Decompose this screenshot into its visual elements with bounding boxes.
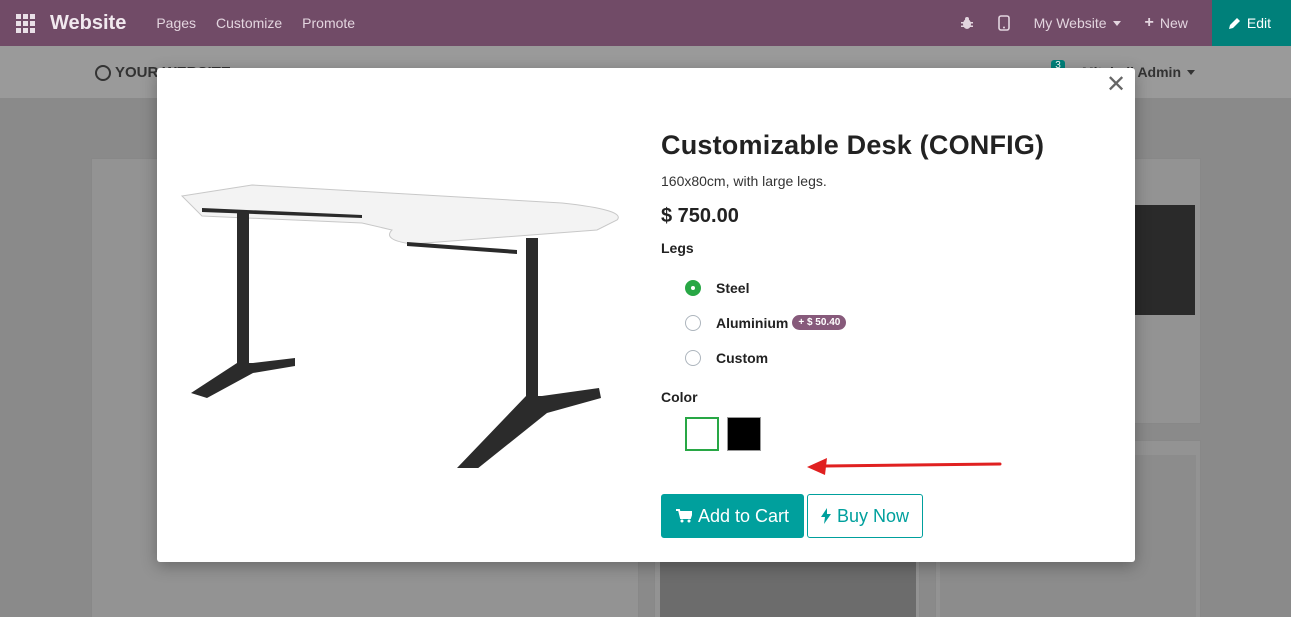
color-swatch-white[interactable] <box>685 417 719 451</box>
edit-button[interactable]: Edit <box>1211 0 1291 46</box>
product-details: Customizable Desk (CONFIG) 160x80cm, wit… <box>661 130 1101 451</box>
pencil-icon <box>1228 17 1240 29</box>
new-button-label: New <box>1159 15 1188 31</box>
legs-option-custom[interactable]: Custom <box>685 340 1101 375</box>
annotation-arrow-icon <box>807 458 1002 475</box>
cart-icon <box>675 509 692 523</box>
desk-illustration <box>180 184 619 473</box>
website-selector-label: My Website <box>1033 15 1107 31</box>
apps-menu-button[interactable] <box>0 0 50 46</box>
radio-unchecked[interactable] <box>685 314 701 331</box>
color-swatches <box>685 417 1101 451</box>
legs-option-label: Steel <box>716 279 750 296</box>
color-swatch-black[interactable] <box>727 417 761 451</box>
legs-option-aluminium[interactable]: Aluminium + $ 50.40 <box>685 305 1101 340</box>
sofa-image <box>1130 205 1195 315</box>
chevron-down-icon <box>1187 69 1195 75</box>
color-attribute-label: Color <box>661 389 698 405</box>
menu-promote[interactable]: Promote <box>302 15 355 31</box>
edit-button-label: Edit <box>1246 15 1271 31</box>
legs-option-label: Aluminium <box>716 314 789 331</box>
legs-option-steel[interactable]: Steel <box>685 270 1101 305</box>
menu-pages[interactable]: Pages <box>156 15 196 31</box>
close-icon[interactable]: ✕ <box>1105 73 1127 97</box>
debug-bug-icon[interactable] <box>960 16 974 30</box>
add-to-cart-button[interactable]: Add to Cart <box>661 494 804 538</box>
price-extra-badge: + $ 50.40 <box>792 315 847 330</box>
office-image <box>660 560 916 617</box>
product-price: $ 750.00 <box>661 205 739 227</box>
legs-option-label: Custom <box>716 349 769 366</box>
website-selector[interactable]: My Website <box>1034 15 1121 31</box>
bolt-icon <box>820 508 831 524</box>
buy-now-button[interactable]: Buy Now <box>807 494 923 538</box>
chevron-down-icon <box>1112 20 1121 26</box>
action-buttons: Add to Cart Buy Now <box>661 494 923 538</box>
navbar-right: My Website + New Edit <box>936 0 1291 46</box>
product-title: Customizable Desk (CONFIG) <box>661 130 1045 160</box>
apps-grid-icon <box>15 13 35 33</box>
add-to-cart-label: Add to Cart <box>697 505 790 526</box>
plus-icon: + <box>1144 14 1154 31</box>
product-description: 160x80cm, with large legs. <box>661 173 827 189</box>
radio-checked[interactable] <box>685 279 701 296</box>
legs-attribute-label: Legs <box>661 240 694 256</box>
top-navbar: Website Pages Customize Promote My Websi… <box>0 0 1291 46</box>
radio-unchecked[interactable] <box>685 349 701 366</box>
product-image <box>177 168 627 473</box>
main-menu: Pages Customize Promote <box>156 15 355 31</box>
mobile-preview-icon[interactable] <box>997 15 1010 31</box>
menu-customize[interactable]: Customize <box>216 15 282 31</box>
buy-now-label: Buy Now <box>836 505 910 526</box>
new-button[interactable]: + New <box>1145 14 1188 32</box>
legs-options: Steel Aluminium + $ 50.40 Custom <box>685 270 1101 375</box>
globe-icon <box>95 64 111 81</box>
app-brand[interactable]: Website <box>50 12 126 35</box>
product-configurator-modal: ✕ Customizable Desk (CONFIG) 160x80cm, w… <box>157 68 1135 562</box>
